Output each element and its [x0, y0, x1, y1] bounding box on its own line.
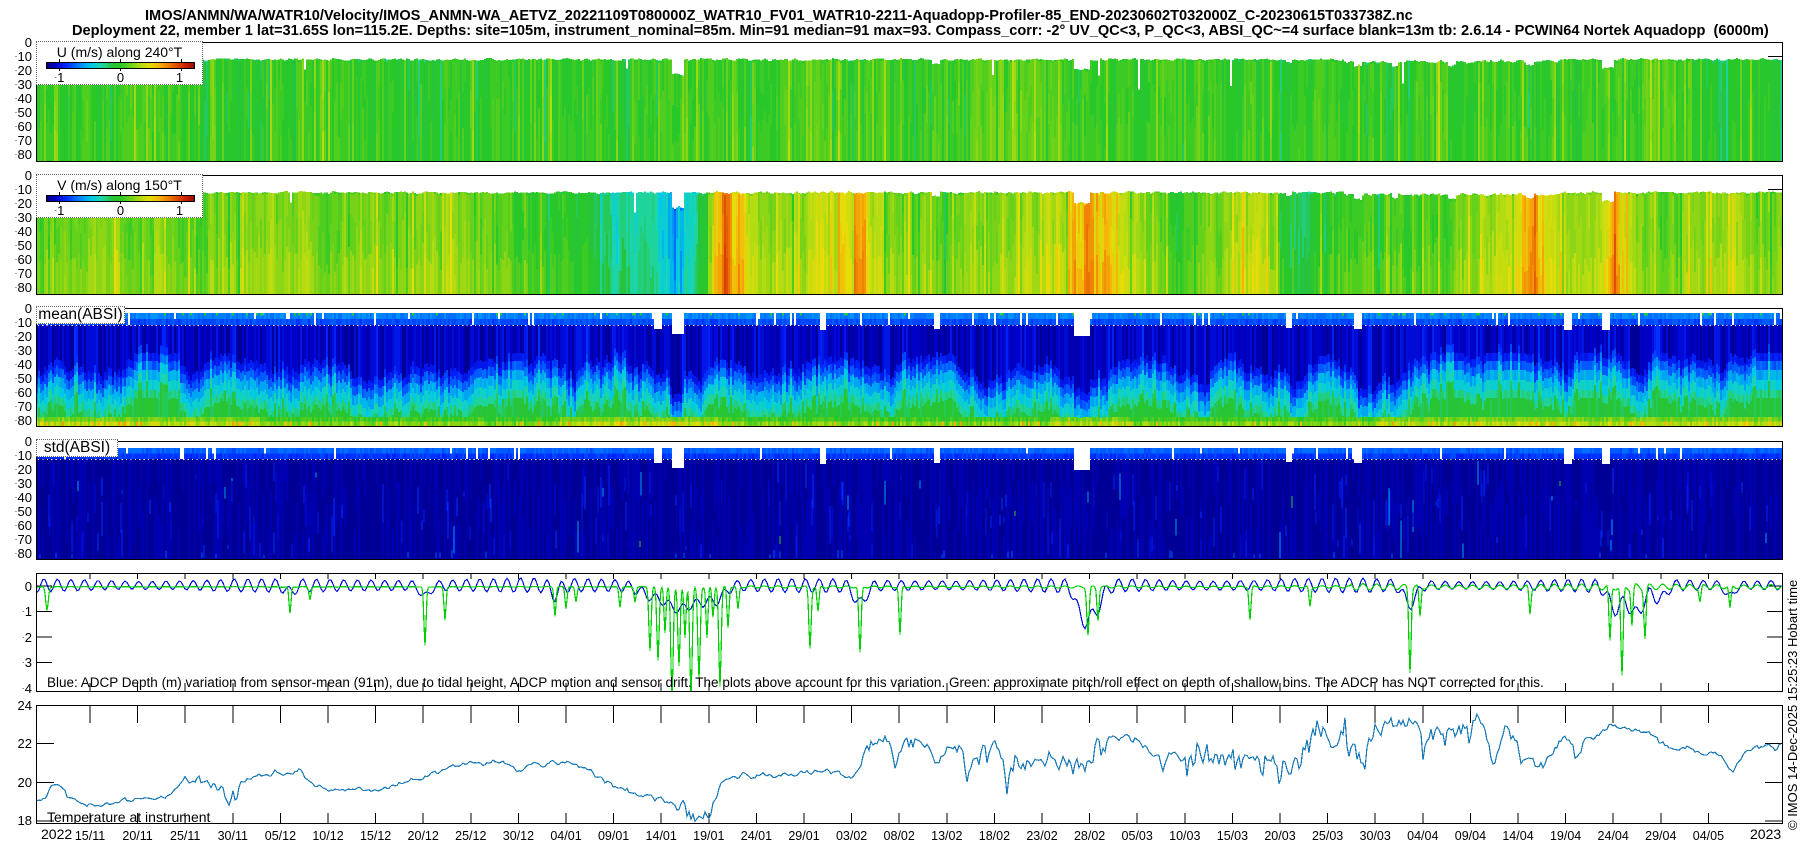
svg-text:Temperature at instrument: Temperature at instrument	[47, 809, 211, 824]
svg-text:Blue: ADCP Depth (m) variation: Blue: ADCP Depth (m) variation from sens…	[47, 675, 1544, 690]
